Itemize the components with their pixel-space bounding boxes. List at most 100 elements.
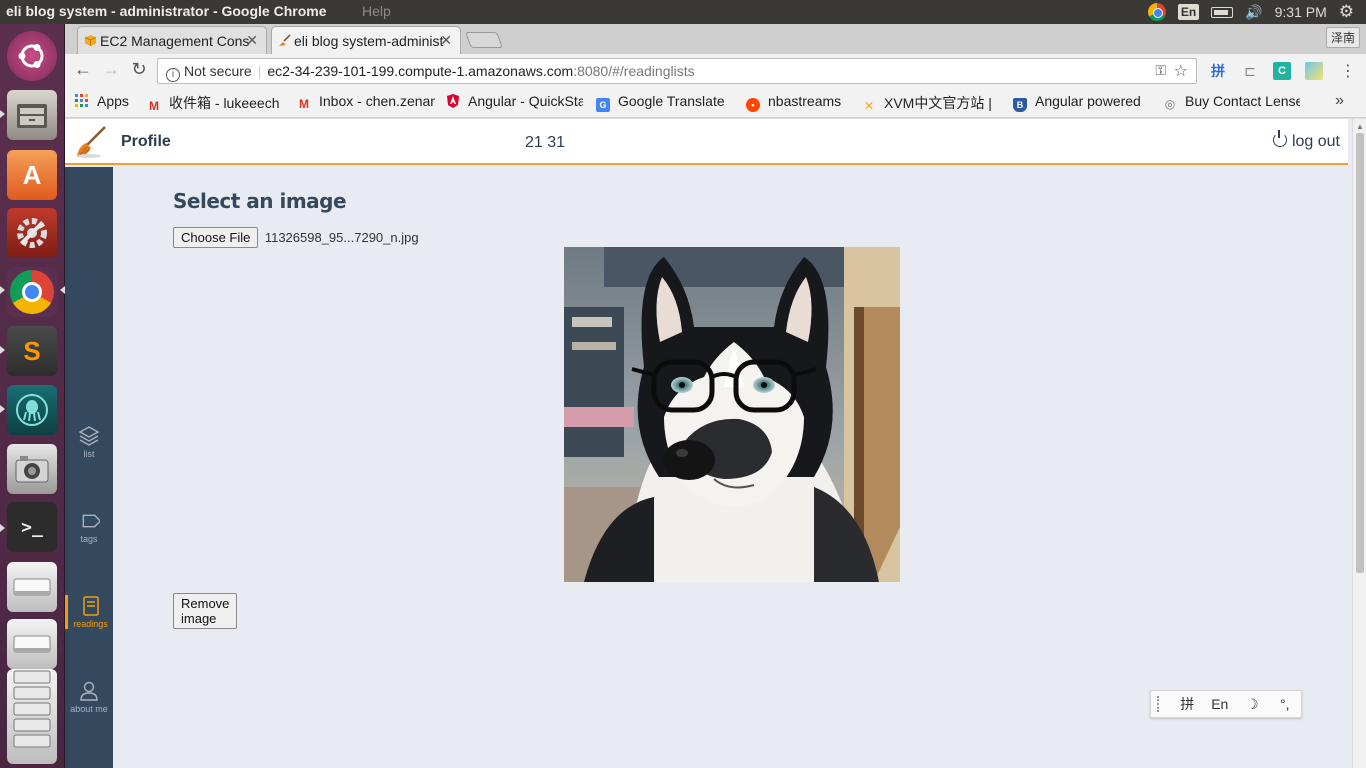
reddit-icon: • [746,98,760,112]
bookmark-inbox[interactable]: M Inbox - chen.zenan [297,93,435,111]
sidebar-item-tags[interactable]: tags [65,510,113,544]
terminal-icon[interactable]: >_ [7,502,57,552]
browser-toolbar: ← → ↻ i Not secure | ec2-34-239-101-199.com… [65,54,1366,88]
app-header: Profile 21 31 log out [65,119,1348,165]
bookmark-label: Angular - QuickStart [468,93,583,109]
pinyin-extension-icon[interactable]: 拼 [1209,62,1227,80]
bookmark-angular-quickstart[interactable]: Angular - QuickStart [446,93,583,109]
broom-icon [279,34,291,46]
bookmark-label: Google Translate [618,93,725,109]
info-icon[interactable]: i [166,68,180,82]
layers-icon [78,426,100,446]
bookmark-gmail-cn[interactable]: M 收件箱 - lukeeech [147,93,285,113]
bracket-extension-icon[interactable]: ⊏ [1241,62,1259,80]
sidebar-item-list[interactable]: list [65,425,113,459]
tab-eli-blog[interactable]: eli blog system-administrator ✕ [271,26,461,54]
bookmark-apps[interactable]: Apps [75,93,129,109]
files-icon[interactable] [7,90,57,140]
clock[interactable]: 9:31 PM [1275,4,1327,20]
chrome-window: EC2 Management Console ✕ eli blog system… [65,24,1366,768]
ime-drag-handle[interactable] [1157,696,1171,712]
file-input-row: Choose File 11326598_95...7290_n.jpg [173,227,419,248]
url-host: ec2-34-239-101-199.compute-1.amazonaws.c… [267,63,574,79]
choose-file-button[interactable]: Choose File [173,227,259,248]
sidebar-item-about-me[interactable]: about me [65,680,113,714]
ime-halfwidth-toggle[interactable]: ☽ [1236,696,1269,713]
bookmark-label: nbastreams [768,93,842,109]
back-arrow-icon[interactable]: ← [71,59,95,80]
chrome-tray-icon[interactable] [1147,3,1166,21]
chrome-menu-icon[interactable]: ⋮ [1340,61,1356,81]
page-viewport: Profile 21 31 log out list tags readings… [65,119,1352,768]
c-extension-icon[interactable]: C [1273,62,1291,80]
tab-close-icon[interactable]: ✕ [246,32,258,49]
scrollbar-thumb[interactable] [1356,133,1364,573]
window-title: eli blog system - administrator - Google… [6,3,327,19]
tag-icon [82,514,100,528]
bookmark-xvm[interactable]: ✕ XVM中文官方站 | [862,93,998,113]
bookmark-angular-powered[interactable]: B Angular powered [1013,93,1149,112]
address-bar[interactable]: i Not secure | ec2-34-239-101-199.compute-1… [157,58,1197,84]
sidebar-item-label: readings [73,619,108,629]
running-indicator [0,346,5,354]
reload-icon[interactable]: ↻ [127,59,151,80]
bookmark-star-icon[interactable]: ☆ [1174,61,1188,81]
ime-toolbar: 拼 En ☽ °, [1150,690,1302,718]
ubuntu-dash-icon[interactable] [7,31,57,81]
system-top-panel: eli blog system - administrator - Google… [0,0,1366,24]
page-scrollbar[interactable]: ▲ [1352,119,1366,768]
drive-icon[interactable] [7,619,57,669]
volume-icon[interactable]: 🔊 [1245,4,1262,21]
apps-grid-icon [75,94,89,108]
bookmark-label: Buy Contact Lenses [1185,93,1300,109]
remove-image-button[interactable]: Remove image [173,593,238,629]
tab-ec2-console[interactable]: EC2 Management Console ✕ [77,26,267,54]
google-chrome-icon[interactable] [7,267,57,317]
bookmark-nbastreams[interactable]: • nbastreams [746,93,841,112]
running-indicator [0,110,5,118]
forward-arrow-icon[interactable]: → [99,59,123,80]
input-method-indicator[interactable]: En [1177,4,1200,20]
software-center-icon[interactable]: A [7,150,57,200]
bookmark-google-translate[interactable]: G Google Translate [596,93,736,112]
bookmarks-overflow-icon[interactable]: » [1335,92,1344,110]
bookmark-contact-lenses[interactable]: ◎ Buy Contact Lenses [1163,93,1300,111]
camera-icon[interactable] [7,444,57,494]
tab-title: eli blog system-administrator [294,33,444,49]
menu-help[interactable]: Help [362,3,391,19]
sublime-text-icon[interactable]: S [7,326,57,376]
remove-row: Remove image [173,593,238,629]
sidebar-item-readings[interactable]: readings [65,595,113,629]
broom-logo-icon[interactable] [75,125,107,159]
system-settings-icon[interactable] [7,208,57,258]
tab-strip: EC2 Management Console ✕ eli blog system… [65,24,1366,54]
drive-stack-icon[interactable] [7,669,57,764]
header-counts: 21 31 [525,134,566,151]
bookmarks-bar: Apps M 收件箱 - lukeeech M Inbox - chen.zenan… [65,88,1366,118]
gmail-icon: M [149,99,159,113]
battery-icon[interactable] [1211,6,1234,18]
drive-icon[interactable] [7,562,57,612]
angular-icon [446,94,460,108]
ime-language-toggle[interactable]: En [1204,696,1237,712]
system-gear-icon[interactable]: ⚙ [1339,2,1354,22]
tab-title: EC2 Management Console [100,33,250,49]
new-tab-button[interactable] [465,32,503,48]
sidebar-item-label: list [83,449,95,459]
logout-label: log out [1291,133,1340,150]
scroll-up-icon[interactable]: ▲ [1356,122,1364,131]
sidebar-item-label: tags [80,534,98,544]
profile-button[interactable]: 泽南 [1325,27,1360,48]
gitkraken-icon[interactable] [7,385,57,435]
system-tray: En 🔊 9:31 PM ⚙ [1147,0,1366,24]
logout-link[interactable]: log out [1272,130,1340,151]
unity-launcher: A S >_ [0,24,65,768]
ime-pinyin-toggle[interactable]: 拼 [1171,694,1204,714]
key-icon[interactable]: ⚿ [1155,62,1166,79]
photo-extension-icon[interactable] [1305,62,1323,80]
running-indicator [0,524,5,532]
power-icon [1272,130,1287,147]
ime-punctuation-toggle[interactable]: °, [1269,696,1302,712]
book-icon [82,596,99,616]
tab-close-icon[interactable]: ✕ [440,32,452,49]
